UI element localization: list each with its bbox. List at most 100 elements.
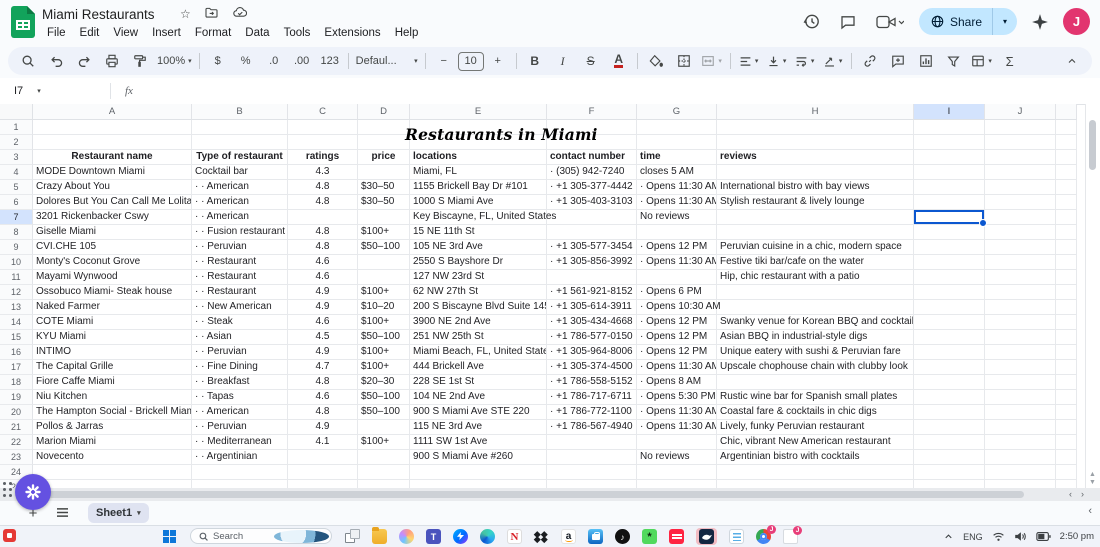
cell-K5[interactable] <box>1056 180 1077 195</box>
cell-C8[interactable]: 4.8 <box>288 225 358 240</box>
insert-chart-icon[interactable] <box>912 49 940 73</box>
cell-B11[interactable]: · · Restaurant <box>192 270 288 285</box>
fab-drag-handle-icon[interactable] <box>3 482 12 497</box>
font-size-input[interactable]: 10 <box>458 52 484 71</box>
cell-B22[interactable]: · · Mediterranean <box>192 435 288 450</box>
assistant-fab-button[interactable] <box>15 474 51 510</box>
row-header-4[interactable]: 4 <box>0 165 33 180</box>
cell-K21[interactable] <box>1056 420 1077 435</box>
strikethrough-button[interactable]: S <box>577 49 605 73</box>
cell-G2[interactable] <box>637 135 717 150</box>
cell-F4[interactable]: · (305) 942-7240 <box>547 165 637 180</box>
cell-F11[interactable] <box>547 270 637 285</box>
cell-G22[interactable] <box>637 435 717 450</box>
column-header-G[interactable]: G <box>637 104 717 120</box>
cell-D5[interactable]: $30–50 <box>358 180 410 195</box>
cell-B25[interactable] <box>192 480 288 488</box>
cell-F22[interactable] <box>547 435 637 450</box>
cell-I3[interactable] <box>914 150 985 165</box>
cell-F5[interactable]: · +1 305-377-4442 <box>547 180 637 195</box>
cell-H12[interactable] <box>717 285 914 300</box>
row-header-21[interactable]: 21 <box>0 420 33 435</box>
cell-C19[interactable]: 4.6 <box>288 390 358 405</box>
cell-G15[interactable]: · Opens 12 PM <box>637 330 717 345</box>
cell-B20[interactable]: · · American <box>192 405 288 420</box>
cell-H1[interactable] <box>717 120 914 135</box>
cell-I18[interactable] <box>914 375 985 390</box>
cell-B17[interactable]: · · Fine Dining <box>192 360 288 375</box>
cell-D19[interactable]: $50–100 <box>358 390 410 405</box>
cell-H19[interactable]: Rustic wine bar for Spanish small plates <box>717 390 914 405</box>
cell-I25[interactable] <box>914 480 985 488</box>
cell-E16[interactable]: Miami Beach, FL, United States <box>410 345 547 360</box>
language-indicator[interactable]: ENG <box>963 532 983 542</box>
cell-J17[interactable] <box>985 360 1056 375</box>
cell-B1[interactable] <box>192 120 288 135</box>
cell-B10[interactable]: · · Restaurant <box>192 255 288 270</box>
copilot-icon[interactable] <box>399 529 414 544</box>
cell-A1[interactable] <box>33 120 192 135</box>
row-header-15[interactable]: 15 <box>0 330 33 345</box>
cell-D14[interactable]: $100+ <box>358 315 410 330</box>
cell-K22[interactable] <box>1056 435 1077 450</box>
cell-E22[interactable]: 1111 SW 1st Ave <box>410 435 547 450</box>
cell-H22[interactable]: Chic, vibrant New American restaurant <box>717 435 914 450</box>
row-header-10[interactable]: 10 <box>0 255 33 270</box>
cell-F17[interactable]: · +1 305-374-4500 <box>547 360 637 375</box>
cell-D4[interactable] <box>358 165 410 180</box>
tab-scroll-left-icon[interactable] <box>1088 505 1092 517</box>
cell-B13[interactable]: · · New American <box>192 300 288 315</box>
cell-C4[interactable]: 4.3 <box>288 165 358 180</box>
cell-E15[interactable]: 251 NW 25th St <box>410 330 547 345</box>
cell-K4[interactable] <box>1056 165 1077 180</box>
cell-D22[interactable]: $100+ <box>358 435 410 450</box>
column-header-D[interactable]: D <box>358 104 410 120</box>
cell-D6[interactable]: $30–50 <box>358 195 410 210</box>
cell-F8[interactable] <box>547 225 637 240</box>
cell-B2[interactable] <box>192 135 288 150</box>
cell-D12[interactable]: $100+ <box>358 285 410 300</box>
cell-F15[interactable]: · +1 786-577-0150 <box>547 330 637 345</box>
row-header-17[interactable]: 17 <box>0 360 33 375</box>
text-color-button[interactable]: A <box>605 49 633 73</box>
cell-C10[interactable]: 4.6 <box>288 255 358 270</box>
column-header-B[interactable]: B <box>192 104 288 120</box>
cell-F6[interactable]: · +1 305-403-3103 <box>547 195 637 210</box>
cell-D25[interactable] <box>358 480 410 488</box>
cell-F25[interactable] <box>547 480 637 488</box>
cell-I6[interactable] <box>914 195 985 210</box>
cell-B23[interactable]: · · Argentinian <box>192 450 288 465</box>
move-folder-icon[interactable] <box>205 7 218 18</box>
increase-font-size-button[interactable]: + <box>484 49 512 73</box>
cell-I14[interactable] <box>914 315 985 330</box>
cell-I20[interactable] <box>914 405 985 420</box>
row-header-18[interactable]: 18 <box>0 375 33 390</box>
cell-D20[interactable]: $50–100 <box>358 405 410 420</box>
cell-I1[interactable] <box>914 120 985 135</box>
menu-item-extensions[interactable]: Extensions <box>317 25 387 41</box>
cell-D7[interactable] <box>358 210 410 225</box>
scroll-right-arrow[interactable]: › <box>1081 488 1084 501</box>
cell-G24[interactable] <box>637 465 717 480</box>
cell-H23[interactable]: Argentinian bistro with cocktails <box>717 450 914 465</box>
cell-E6[interactable]: 1000 S Miami Ave <box>410 195 547 210</box>
cell-G11[interactable] <box>637 270 717 285</box>
all-sheets-menu-icon[interactable] <box>56 507 69 518</box>
cell-E5[interactable]: 1155 Brickell Bay Dr #101 <box>410 180 547 195</box>
cell-K17[interactable] <box>1056 360 1077 375</box>
cell-H4[interactable] <box>717 165 914 180</box>
cell-H21[interactable]: Lively, funky Peruvian restaurant <box>717 420 914 435</box>
cell-K12[interactable] <box>1056 285 1077 300</box>
cell-C21[interactable]: 4.9 <box>288 420 358 435</box>
cell-E12[interactable]: 62 NW 27th St <box>410 285 547 300</box>
menu-item-insert[interactable]: Insert <box>145 25 188 41</box>
cell-H18[interactable] <box>717 375 914 390</box>
cell-E19[interactable]: 104 NE 2nd Ave <box>410 390 547 405</box>
cell-J23[interactable] <box>985 450 1056 465</box>
cell-A19[interactable]: Niu Kitchen <box>33 390 192 405</box>
column-header-A[interactable]: A <box>33 104 192 120</box>
column-header-F[interactable]: F <box>547 104 637 120</box>
cell-K9[interactable] <box>1056 240 1077 255</box>
cell-B24[interactable] <box>192 465 288 480</box>
cell-K10[interactable] <box>1056 255 1077 270</box>
